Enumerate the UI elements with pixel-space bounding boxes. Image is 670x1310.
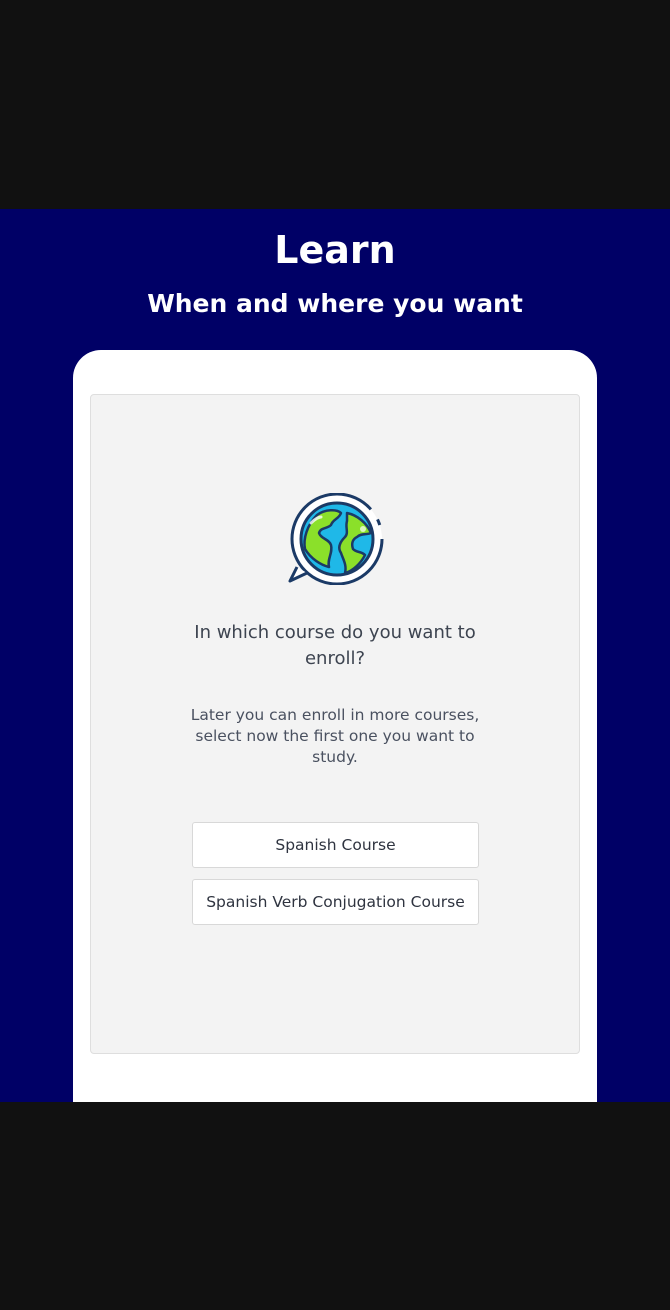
device-screen: In which course do you want to enroll? L… — [90, 394, 580, 1054]
spanish-course-button[interactable]: Spanish Course — [192, 822, 479, 868]
device-frame: In which course do you want to enroll? L… — [73, 350, 597, 1102]
top-letterbox — [0, 0, 670, 209]
hero-title: Learn — [274, 228, 396, 272]
spanish-verb-conjugation-course-button[interactable]: Spanish Verb Conjugation Course — [192, 879, 479, 925]
hero-subtitle: When and where you want — [147, 289, 523, 318]
enroll-question: In which course do you want to enroll? — [194, 622, 476, 669]
onboarding-hero: Learn When and where you want In which c… — [0, 209, 670, 1102]
globe-speech-bubble-icon — [287, 492, 385, 586]
bottom-letterbox — [0, 1102, 670, 1310]
enroll-description: Later you can enroll in more courses, se… — [190, 706, 480, 766]
